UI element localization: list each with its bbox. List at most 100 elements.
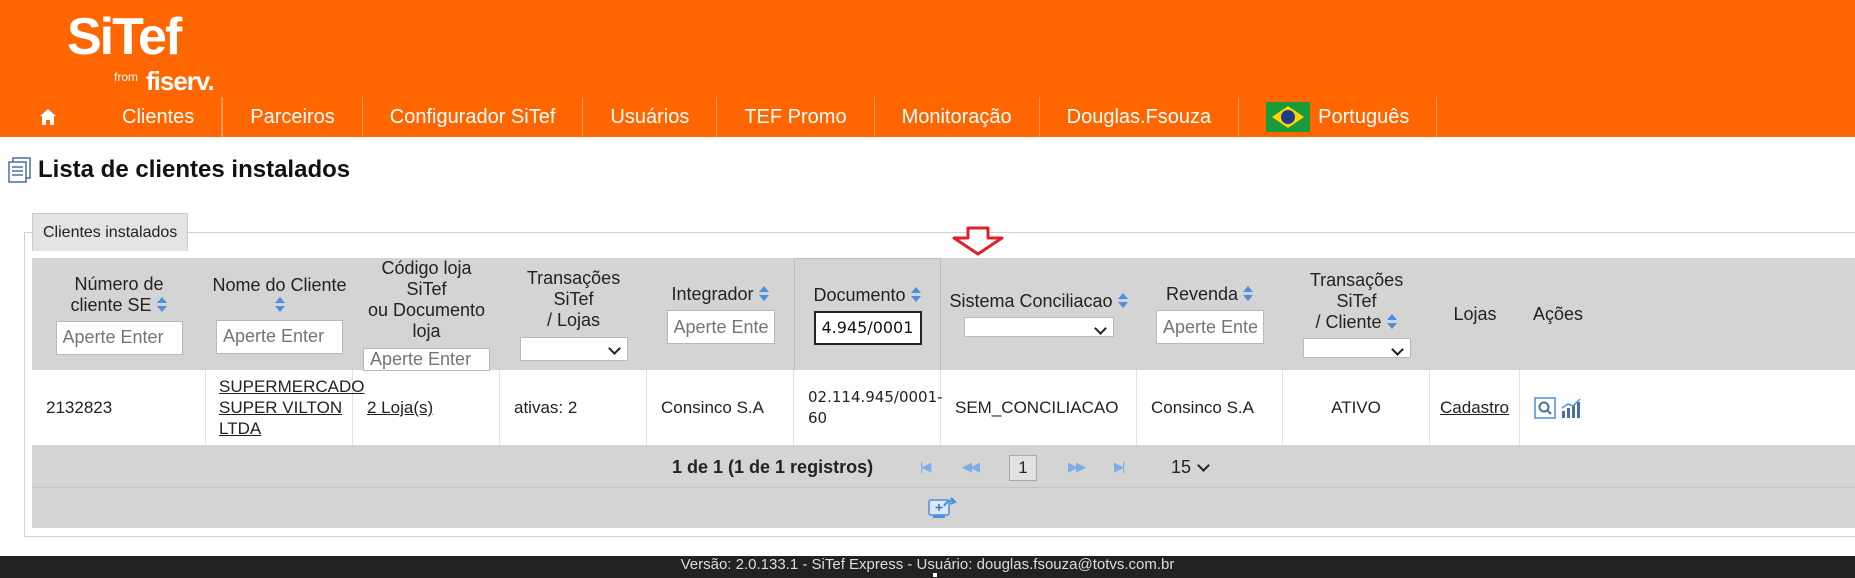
col-sistema[interactable]: Sistema Conciliacao [941, 258, 1137, 370]
col-codigo-label-3: loja [412, 320, 441, 341]
view-details-icon[interactable] [1534, 396, 1556, 419]
col-integrador-label: Integrador [671, 284, 754, 304]
nav-usuarios[interactable]: Usuários [583, 97, 718, 137]
page-size-select[interactable]: 15 [1171, 457, 1210, 478]
filter-transacoes-lojas-select[interactable] [519, 336, 628, 361]
col-acoes-label: Ações [1532, 303, 1584, 324]
col-transacoes-lojas-label-1: Transações SiTef [526, 267, 621, 309]
cell-transacoes-lojas: ativas: 2 [500, 370, 647, 445]
last-page-icon[interactable]: ▶| [1114, 459, 1125, 475]
cadastro-link[interactable]: Cadastro [1440, 397, 1509, 418]
nav-tef-promo[interactable]: TEF Promo [717, 97, 875, 137]
filter-codigo-input[interactable] [363, 347, 490, 371]
footer-bar: Versão: 2.0.133.1 - SiTef Express - Usuá… [0, 556, 1855, 578]
logo-fiserv-text: fiserv. [146, 66, 215, 96]
nav-monitoracao[interactable]: Monitoração [875, 97, 1040, 137]
cell-sistema: SEM_CONCILIACAO [941, 370, 1137, 445]
list-document-icon [8, 157, 31, 183]
col-numero-label-2: cliente SE [70, 294, 152, 315]
cell-nome[interactable]: SUPERMERCADO SUPER VILTON LTDA [206, 370, 364, 445]
prev-page-icon[interactable]: ◀◀ [962, 459, 980, 475]
nav-home[interactable] [0, 97, 95, 137]
col-sistema-label: Sistema Conciliacao [949, 291, 1113, 311]
pager-summary: 1 de 1 (1 de 1 registros) [672, 457, 874, 477]
filter-integrador-input[interactable] [666, 310, 775, 344]
col-transacoes-cliente-label-2: / Cliente [1315, 312, 1382, 332]
col-nome-label: Nome do Cliente [212, 274, 347, 295]
nav-configurador[interactable]: Configurador SiTef [363, 97, 584, 137]
filter-revenda-input[interactable] [1156, 310, 1264, 344]
col-codigo-label-1: Código loja SiTef [381, 257, 472, 299]
col-numero-label-1: Número de [74, 273, 164, 294]
grid-toolbar [32, 488, 1855, 528]
cell-nome-line-3[interactable]: LTDA [219, 418, 261, 439]
col-transacoes-cliente[interactable]: Transações SiTef / Cliente [1283, 258, 1430, 370]
cell-numero: 2132823 [32, 370, 206, 445]
sort-icon[interactable] [274, 296, 286, 314]
page-title-row: Lista de clientes instalados [8, 156, 350, 184]
header-bar: SiTef from fiserv. Clientes Parceiros Co… [0, 0, 1855, 137]
lojas-count-link[interactable]: 2 Loja(s) [367, 397, 433, 418]
brazil-flag-icon [1266, 102, 1311, 132]
filter-documento-input[interactable] [813, 310, 922, 345]
red-arrow-annotation-icon [952, 226, 1004, 256]
col-lojas: Lojas [1430, 258, 1520, 370]
grid-header: Número de cliente SE Nome do Cliente Cód… [32, 257, 1855, 371]
chart-report-icon[interactable] [1560, 397, 1582, 419]
export-icon[interactable] [927, 496, 957, 520]
col-transacoes-cliente-label-1: Transações SiTef [1309, 270, 1404, 311]
nav-parceiros[interactable]: Parceiros [222, 97, 363, 137]
cell-documento: 02.114.945/0001- 60 [794, 370, 943, 445]
next-page-icon[interactable]: ▶▶ [1068, 459, 1086, 475]
cell-nome-line-1[interactable]: SUPERMERCADO [219, 376, 364, 397]
cell-revenda: Consinco S.A [1137, 370, 1283, 445]
cell-acoes [1520, 370, 1596, 445]
language-label: Português [1318, 105, 1410, 128]
filter-transacoes-cliente-select[interactable] [1302, 338, 1411, 358]
filter-sistema-select[interactable] [964, 317, 1114, 337]
cell-codigo[interactable]: 2 Loja(s) [353, 370, 500, 445]
tab-clientes-instalados[interactable]: Clientes instalados [32, 213, 189, 251]
col-acoes: Ações [1520, 258, 1596, 370]
pagination-bar: 1 de 1 (1 de 1 registros) |◀ ◀◀ 1 ▶▶ ▶| … [32, 446, 1855, 488]
col-lojas-label: Lojas [1453, 303, 1497, 324]
sort-icon[interactable] [1386, 313, 1398, 331]
logo-text: SiTef [67, 8, 182, 66]
col-integrador[interactable]: Integrador [647, 258, 794, 370]
cell-documento-line-1: 02.114.945/0001- [808, 387, 943, 406]
col-transacoes-lojas[interactable]: Transações SiTef / Lojas [500, 258, 647, 370]
clients-grid: Número de cliente SE Nome do Cliente Cód… [32, 258, 1855, 528]
sort-icon[interactable] [758, 285, 770, 303]
sitef-logo[interactable]: SiTef from fiserv. [67, 8, 215, 96]
sort-icon[interactable] [1117, 292, 1129, 310]
filter-nome-input[interactable] [216, 319, 343, 354]
filter-numero-input[interactable] [55, 320, 183, 355]
page-size-value: 15 [1171, 457, 1192, 477]
col-nome[interactable]: Nome do Cliente [206, 258, 353, 370]
col-codigo-label-2: ou Documento [367, 299, 486, 320]
logo-from-text: from [114, 70, 138, 84]
page-title: Lista de clientes instalados [38, 156, 351, 183]
cell-nome-line-2[interactable]: SUPER VILTON [219, 397, 342, 418]
nav-language[interactable]: Português [1239, 97, 1438, 137]
nav-user[interactable]: Douglas.Fsouza [1040, 97, 1240, 137]
col-codigo[interactable]: Código loja SiTef ou Documento loja [353, 257, 500, 371]
cell-lojas[interactable]: Cadastro [1430, 370, 1520, 445]
col-revenda[interactable]: Revenda [1137, 258, 1283, 370]
cursor-marker [932, 572, 938, 578]
col-numero[interactable]: Número de cliente SE [32, 258, 206, 370]
page-number-button[interactable]: 1 [1009, 455, 1037, 481]
first-page-icon[interactable]: |◀ [920, 459, 931, 475]
col-transacoes-lojas-label-2: / Lojas [546, 309, 601, 330]
col-documento[interactable]: Documento [794, 258, 941, 370]
chevron-down-icon [1197, 459, 1210, 472]
sort-icon[interactable] [156, 296, 168, 314]
nav-clientes[interactable]: Clientes [95, 97, 223, 137]
sort-icon[interactable] [1242, 285, 1254, 303]
cell-status: ATIVO [1283, 370, 1430, 445]
table-row[interactable]: 2132823 SUPERMERCADO SUPER VILTON LTDA 2… [32, 370, 1855, 446]
cell-integrador: Consinco S.A [647, 370, 794, 445]
footer-text: Versão: 2.0.133.1 - SiTef Express - Usuá… [680, 556, 1175, 573]
sort-icon[interactable] [910, 286, 922, 304]
cell-documento-line-2: 60 [808, 408, 828, 427]
